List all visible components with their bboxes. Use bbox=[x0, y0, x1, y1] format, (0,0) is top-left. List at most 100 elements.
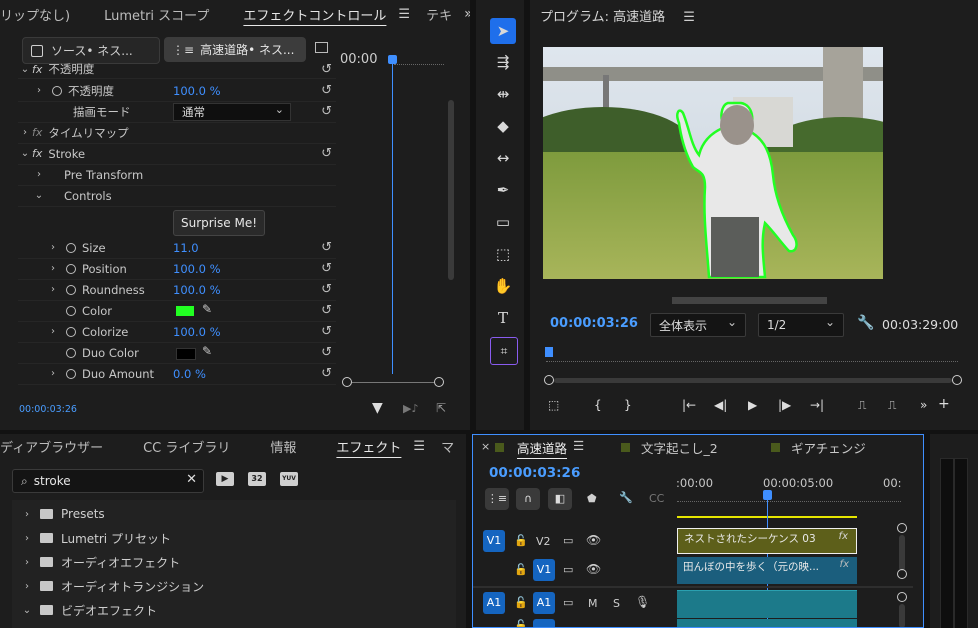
export-icon[interactable]: ⇱ bbox=[436, 401, 446, 415]
chevron-down-icon[interactable]: ⌄ bbox=[18, 64, 32, 75]
chevron-right-icon[interactable]: › bbox=[32, 85, 46, 96]
roundness-value[interactable]: 100.0 % bbox=[173, 283, 221, 297]
wrench-icon[interactable]: 🔧 bbox=[857, 315, 874, 331]
chevron-right-icon[interactable]: › bbox=[20, 509, 34, 520]
go-to-out-icon[interactable]: →| bbox=[810, 398, 824, 412]
timeline-ruler[interactable] bbox=[677, 493, 901, 502]
mini-timeline-scrollbar[interactable] bbox=[448, 100, 454, 280]
eye-icon[interactable]: 👁 bbox=[586, 562, 601, 576]
lock-icon[interactable]: 🔓 bbox=[514, 596, 528, 609]
scroll-handle-top[interactable] bbox=[897, 523, 907, 533]
tab-lumetri-scopes[interactable]: Lumetri スコープ bbox=[96, 5, 217, 24]
color-swatch[interactable] bbox=[176, 306, 194, 316]
settings-wrench-icon[interactable]: 🔧 bbox=[619, 491, 633, 504]
accelerated-effects-icon[interactable]: ▶ bbox=[216, 472, 234, 486]
list-item-audio-transitions[interactable]: › オーディオトランジション bbox=[20, 575, 204, 597]
rectangle-tool-icon[interactable]: ▭ bbox=[490, 209, 516, 235]
duo-color-swatch[interactable] bbox=[176, 348, 196, 360]
opacity-value[interactable]: 100.0 % bbox=[173, 84, 221, 98]
timeline-timecode[interactable]: 00:00:03:26 bbox=[489, 465, 580, 481]
chevron-right-icon[interactable]: › bbox=[46, 368, 60, 379]
stopwatch-icon[interactable] bbox=[52, 85, 62, 96]
chevron-right-icon[interactable]: › bbox=[46, 284, 60, 295]
32bit-effects-icon[interactable]: 32 bbox=[248, 472, 266, 486]
clip-rice-field[interactable]: 田んぼの中を歩く（元の映... fx bbox=[677, 557, 857, 584]
monitor-scrollbar[interactable] bbox=[672, 297, 827, 304]
scroll-handle-top[interactable] bbox=[897, 592, 907, 602]
clear-search-icon[interactable]: ✕ bbox=[186, 472, 197, 487]
chevron-right-icon[interactable]: › bbox=[32, 169, 46, 180]
tab-text[interactable]: テキ bbox=[418, 5, 460, 24]
stopwatch-icon[interactable] bbox=[66, 263, 76, 274]
opacity-group-row[interactable]: ⌄ fx 不透明度 ↺ bbox=[18, 60, 336, 79]
track-name-v2[interactable]: V2 bbox=[536, 535, 551, 548]
more-tabs-icon[interactable]: » bbox=[464, 6, 470, 22]
hand-tool-icon[interactable]: ✋ bbox=[490, 273, 516, 299]
more-icon[interactable]: » bbox=[920, 398, 927, 412]
tab-markers[interactable]: マ bbox=[433, 437, 462, 456]
stopwatch-icon[interactable] bbox=[66, 242, 76, 253]
chevron-down-icon[interactable]: ⌄ bbox=[20, 605, 34, 616]
reset-icon[interactable]: ↺ bbox=[321, 345, 332, 360]
mark-in-icon[interactable]: { bbox=[594, 398, 602, 412]
chevron-right-icon[interactable]: › bbox=[20, 557, 34, 568]
chevron-right-icon[interactable]: › bbox=[18, 127, 32, 138]
program-zoom-bar[interactable] bbox=[544, 375, 964, 387]
track-name-a1[interactable]: A1 bbox=[533, 592, 555, 614]
zoom-select[interactable]: 全体表示 ⌄ bbox=[650, 313, 746, 337]
tab-info[interactable]: 情報 bbox=[262, 437, 304, 456]
timeline-playhead-handle[interactable] bbox=[763, 490, 772, 500]
sync-lock-icon[interactable]: ▭ bbox=[563, 534, 573, 547]
add-marker-icon[interactable]: ⬟ bbox=[587, 492, 597, 505]
tab-cc-libraries[interactable]: CC ライブラリ bbox=[135, 437, 238, 456]
colorize-row[interactable]: › Colorize 100.0 % ↺ bbox=[18, 321, 336, 343]
reset-icon[interactable]: ↺ bbox=[321, 261, 332, 276]
zoom-handle-right[interactable] bbox=[952, 375, 962, 385]
source-patch-v1[interactable]: V1 bbox=[483, 530, 505, 552]
tab-effect-controls[interactable]: エフェクトコントロール bbox=[235, 5, 394, 24]
clip-tab[interactable]: ⋮≡ 高速道路• ネス... bbox=[164, 37, 306, 62]
audio-clip-a1[interactable] bbox=[677, 590, 857, 618]
linked-selection-icon[interactable]: ◧ bbox=[548, 488, 572, 510]
panel-menu-icon[interactable]: ☰ bbox=[573, 438, 584, 453]
time-remap-row[interactable]: › fx タイムリマップ bbox=[18, 122, 336, 144]
mini-playhead[interactable] bbox=[392, 56, 393, 374]
program-playhead[interactable] bbox=[545, 347, 553, 357]
reset-icon[interactable]: ↺ bbox=[321, 324, 332, 339]
position-value[interactable]: 100.0 % bbox=[173, 262, 221, 276]
pre-transform-row[interactable]: › Pre Transform bbox=[18, 164, 336, 186]
opacity-row[interactable]: › 不透明度 100.0 % ↺ bbox=[18, 80, 336, 102]
lock-icon[interactable]: 🔓 bbox=[514, 563, 528, 576]
eyedropper-icon[interactable]: ✎ bbox=[202, 302, 212, 316]
blend-mode-select[interactable]: 通常 ⌄ bbox=[173, 103, 291, 121]
zoom-handle-left[interactable] bbox=[342, 377, 352, 387]
track-name-v1[interactable]: V1 bbox=[533, 559, 555, 581]
chevron-right-icon[interactable]: › bbox=[46, 263, 60, 274]
clip-nested-sequence[interactable]: ネストされたシーケンス 03 fx bbox=[677, 528, 857, 554]
size-value[interactable]: 11.0 bbox=[173, 241, 199, 255]
stopwatch-icon[interactable] bbox=[66, 326, 76, 337]
list-item-audio-effects[interactable]: › オーディオエフェクト bbox=[20, 551, 180, 573]
stopwatch-icon[interactable] bbox=[66, 347, 76, 358]
sync-lock-icon[interactable]: ▭ bbox=[563, 596, 573, 609]
zoom-handle-right[interactable] bbox=[434, 377, 444, 387]
type-tool-icon[interactable]: T bbox=[490, 305, 516, 331]
chevron-down-icon[interactable]: ⌄ bbox=[18, 148, 32, 159]
slip-tool-icon[interactable]: ↔ bbox=[490, 145, 516, 171]
list-item-lumetri-presets[interactable]: › Lumetri プリセット bbox=[20, 527, 171, 549]
razor-tool-icon[interactable]: ◆ bbox=[490, 113, 516, 139]
chevron-right-icon[interactable]: › bbox=[46, 326, 60, 337]
transform-tool-icon[interactable]: ⬚ bbox=[490, 241, 516, 267]
size-row[interactable]: › Size 11.0 ↺ bbox=[18, 237, 336, 259]
program-ruler[interactable] bbox=[546, 351, 958, 362]
chevron-down-icon[interactable]: ⌄ bbox=[32, 190, 46, 201]
effects-search-box[interactable]: ⌕ stroke ✕ bbox=[12, 469, 204, 493]
tab-sequence-gear[interactable]: ギアチェンジ bbox=[791, 438, 866, 457]
panel-menu-icon[interactable]: ☰ bbox=[398, 7, 410, 22]
reset-icon[interactable]: ↺ bbox=[321, 62, 332, 77]
eye-icon[interactable]: 👁 bbox=[586, 533, 601, 547]
go-to-in-icon[interactable]: |← bbox=[682, 398, 696, 412]
controls-row[interactable]: ⌄ Controls bbox=[18, 185, 336, 207]
reset-icon[interactable]: ↺ bbox=[321, 146, 332, 161]
duo-amount-row[interactable]: › Duo Amount 0.0 % ↺ bbox=[18, 363, 336, 385]
